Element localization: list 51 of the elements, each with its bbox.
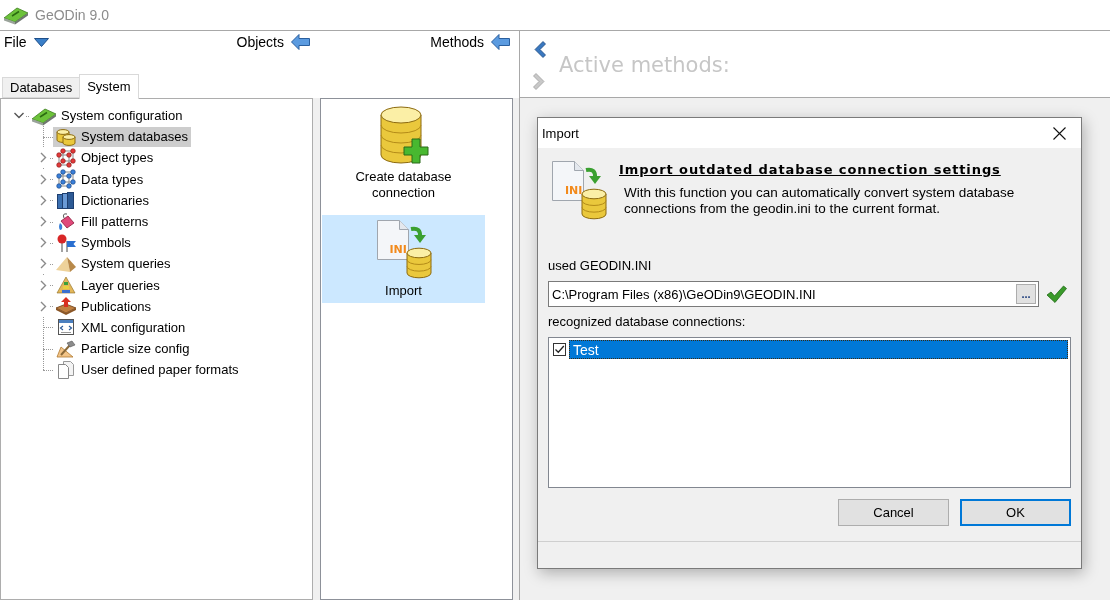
pages-icon	[55, 359, 77, 380]
action-item[interactable]: INI Import	[322, 215, 485, 303]
window-title: GeODin 9.0	[35, 7, 109, 23]
path-label: used GEODIN.INI	[548, 258, 652, 274]
file-type-label: INI	[389, 244, 407, 256]
molecule-cube-icon	[55, 169, 77, 190]
tree-item[interactable]: User defined paper formats	[53, 359, 242, 380]
brick-icon	[3, 5, 29, 25]
file-type-label: INI	[565, 185, 583, 197]
chevron-left-icon[interactable]	[532, 39, 547, 59]
tree-item[interactable]: Object types	[53, 147, 157, 168]
arrow-left-icon	[291, 34, 310, 50]
cancel-button[interactable]: Cancel	[838, 499, 949, 526]
list-item[interactable]: Test	[569, 340, 1068, 359]
pin-and-flag-icon	[55, 232, 77, 253]
tree-item[interactable]: System databases	[53, 126, 191, 147]
tree-item[interactable]: Fill patterns	[53, 211, 152, 232]
action-item[interactable]: Create database connection	[322, 103, 485, 205]
objects-button[interactable]: Objects	[232, 31, 313, 53]
tree-item[interactable]: Publications	[53, 296, 155, 317]
close-icon	[1052, 126, 1066, 140]
active-methods-title: Active methods:	[559, 52, 730, 77]
dialog-description: With this function you can automatically convert system database connections from the geodin.ini to the current format.	[624, 185, 1016, 217]
chevron-right-icon[interactable]	[532, 71, 547, 91]
dialog-heading: Import outdated database connection settings	[619, 161, 1002, 179]
arrow-left-icon	[491, 34, 510, 50]
tree-item[interactable]: System queries	[53, 253, 174, 274]
tree-item[interactable]: Data types	[53, 169, 147, 190]
browse-button[interactable]: ...	[1016, 284, 1036, 304]
drafting-tools-icon	[55, 338, 77, 359]
tab[interactable]: Databases	[2, 77, 81, 98]
tree-item[interactable]: System configuration	[29, 105, 186, 126]
connections-label: recognized database connections:	[548, 314, 746, 330]
code-window-icon	[55, 317, 77, 338]
database-icon	[55, 126, 77, 147]
file-menu-button[interactable]: File	[0, 31, 52, 53]
tree-item[interactable]: Particle size config	[53, 338, 193, 359]
tab[interactable]: System	[79, 74, 139, 99]
tree-item[interactable]: Layer queries	[53, 275, 163, 296]
checkbox[interactable]	[553, 343, 566, 356]
layered-pyramid-icon	[55, 275, 77, 296]
tray-with-arrow-icon	[55, 296, 77, 317]
caret-down-icon	[33, 37, 49, 47]
dialog-title: Import	[542, 125, 579, 141]
molecule-cube-icon	[55, 147, 77, 168]
books-icon	[55, 190, 77, 211]
ok-button[interactable]: OK	[960, 499, 1071, 526]
methods-button[interactable]: Methods	[426, 31, 513, 53]
tree-item[interactable]: Dictionaries	[53, 190, 152, 211]
tree-item[interactable]: XML configuration	[53, 317, 189, 338]
tree-item[interactable]: Symbols	[53, 232, 134, 253]
